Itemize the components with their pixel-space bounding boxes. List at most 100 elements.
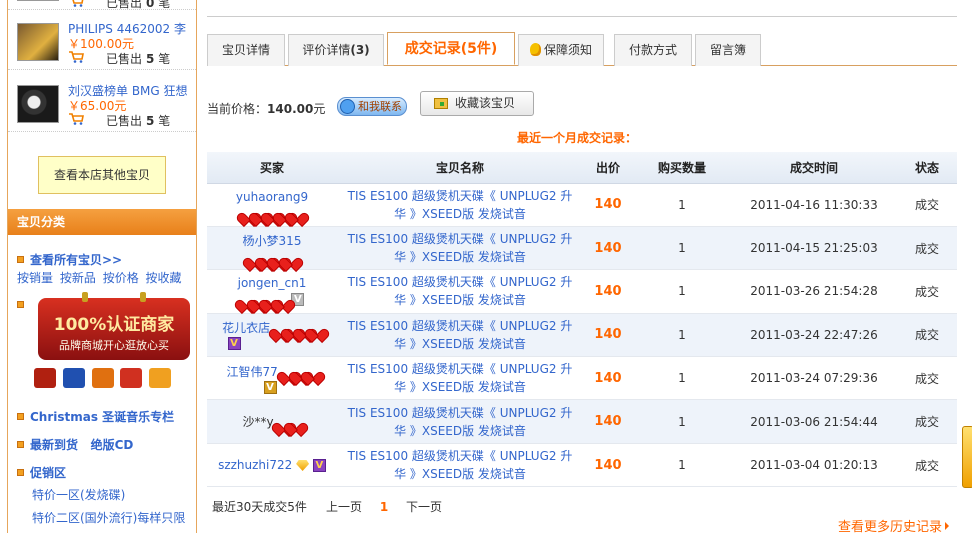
item-name-link[interactable]: TIS ES100 超级煲机天碟《 UNPLUG2 升华 》XSEED版 发烧试… [342, 187, 578, 223]
status: 成交 [897, 443, 957, 488]
sidebar-product-0[interactable]: 已售出 0 笔 [8, 0, 196, 10]
view-all-items-link[interactable]: 查看所有宝贝>> [17, 251, 122, 268]
status: 成交 [897, 313, 957, 358]
sold-count-text: 已售出 0 笔 [106, 0, 171, 10]
buyer-name-link[interactable]: yuhaorang9 [207, 190, 337, 204]
vip-purple-icon: V [227, 337, 241, 351]
favorite-folder-icon [434, 98, 448, 109]
col-status: 状态 [897, 152, 957, 184]
buyer-name-link[interactable]: szzhuzhi722 [218, 458, 292, 472]
status: 成交 [897, 269, 957, 314]
item-name-link[interactable]: TIS ES100 超级煲机天碟《 UNPLUG2 升华 》XSEED版 发烧试… [342, 360, 578, 396]
service-icons-row [34, 368, 174, 390]
buyer-cell: yuhaorang9 [207, 183, 337, 227]
category-promotions[interactable]: 促销区 [17, 464, 66, 481]
shop-sidebar: 已售出 0 笔 PHILIPS 4462002 李 ￥100.00元 已售出 5 笔… [7, 0, 197, 533]
product-thumbnail[interactable] [17, 23, 59, 61]
tab-guestbook[interactable]: 留言簿 [695, 34, 761, 66]
bulb-icon [529, 43, 541, 56]
category-out-of-print[interactable]: 绝版CD [91, 438, 134, 452]
sidebar-product-1[interactable]: PHILIPS 4462002 李 ￥100.00元 已售出 5 笔 [8, 18, 196, 70]
certified-merchant-badge[interactable]: 100%认证商家 品牌商城开心逛放心买 [38, 292, 190, 360]
buyer-name-link[interactable]: 江智伟77 [226, 365, 277, 379]
sold-count-text: 已售出 5 笔 [106, 52, 171, 66]
item-cell: TIS ES100 超级煲机天碟《 UNPLUG2 升华 》XSEED版 发烧试… [337, 269, 583, 314]
tab-reviews[interactable]: 评价详情(3) [288, 34, 384, 66]
tab-item-details[interactable]: 宝贝详情 [207, 34, 285, 66]
tab-transaction-records[interactable]: 成交记录(5件) [387, 32, 515, 65]
prev-page-link[interactable]: 上一页 [326, 500, 362, 514]
product-thumbnail[interactable] [17, 0, 59, 1]
next-page-link[interactable]: 下一页 [406, 500, 442, 514]
sort-by-favorites-link[interactable]: 按收藏 [146, 271, 182, 285]
credit-rating[interactable] [274, 321, 322, 335]
more-history-link[interactable]: 查看更多历史记录 [838, 516, 949, 533]
subcategory-sale-2[interactable]: 特价二区(国外流行)每样只限 [32, 509, 185, 526]
recent-records-title: 最近一个月成交记录： [517, 131, 638, 145]
sort-by-price-link[interactable]: 按价格 [103, 271, 139, 285]
buyer-name-link[interactable]: 杨小梦315 [207, 232, 337, 249]
insurance-icon[interactable] [91, 368, 114, 388]
buyer-cell: szzhuzhi722 V [207, 443, 337, 488]
bid-price: 140 [583, 313, 633, 358]
transaction-time: 2011-03-26 21:54:28 [731, 269, 897, 314]
favorite-item-button[interactable]: 收藏该宝贝 [420, 91, 534, 116]
buyer-name-link[interactable]: jongen_cn1 [207, 276, 337, 290]
view-other-items-button[interactable]: 查看本店其他宝贝 [38, 156, 166, 194]
mall-icon[interactable] [34, 368, 56, 388]
item-name-link[interactable]: TIS ES100 超级煲机天碟《 UNPLUG2 升华 》XSEED版 发烧试… [342, 273, 578, 309]
detail-tabs: 宝贝详情 评价详情(3) 成交记录(5件) 保障须知 付款方式 留言簿 [207, 32, 957, 66]
sidebar-product-2[interactable]: 刘汉盛榜单 BMG 狂想 ￥65.00元 已售出 5 笔 [8, 80, 196, 132]
category-header: 宝贝分类 [8, 209, 196, 235]
chat-icon [340, 99, 355, 114]
tab-guarantee[interactable]: 保障须知 [518, 34, 604, 66]
floating-side-tab[interactable] [962, 426, 972, 488]
badge-title: 100%认证商家 [53, 315, 175, 335]
quantity: 1 [633, 269, 731, 314]
diamond-icon[interactable] [296, 460, 310, 472]
credit-rating[interactable] [282, 365, 318, 379]
cart-icon [69, 51, 84, 63]
heart-icon [309, 323, 323, 335]
badge-subtitle: 品牌商城开心逛放心买 [59, 339, 169, 352]
col-buyer: 买家 [207, 152, 337, 184]
pagination: 最近30天成交5件 上一页 1 下一页 [212, 498, 442, 515]
promo-icon[interactable] [149, 368, 172, 388]
contact-seller-button[interactable]: 和我联系 [337, 97, 407, 116]
badge-bullet [17, 298, 30, 312]
status: 成交 [897, 399, 957, 444]
buyer-cell: 花儿衣店 V [207, 313, 337, 358]
subcategory-sale-1[interactable]: 特价一区(发烧碟) [32, 486, 125, 503]
category-christmas[interactable]: Christmas 圣诞音乐专栏 [17, 408, 174, 425]
quantity: 1 [633, 313, 731, 358]
item-name-link[interactable]: TIS ES100 超级煲机天碟《 UNPLUG2 升华 》XSEED版 发烧试… [342, 317, 578, 353]
item-name-link[interactable]: TIS ES100 超级煲机天碟《 UNPLUG2 升华 》XSEED版 发烧试… [342, 404, 578, 440]
table-row: 沙**y TIS ES100 超级煲机天碟《 UNPLUG2 升华 》XSEED… [207, 399, 957, 444]
col-quantity: 购买数量 [633, 152, 731, 184]
quantity: 1 [633, 183, 731, 227]
heart-icon [305, 366, 319, 378]
credit-rating[interactable] [242, 206, 302, 220]
credit-rating[interactable]: V [240, 292, 305, 307]
quantity: 1 [633, 356, 731, 401]
guarantee-icon[interactable] [62, 368, 85, 388]
category-new-arrivals[interactable]: 最新到货 绝版CD [17, 436, 133, 453]
bullet-icon [17, 441, 24, 448]
heart-icon [288, 417, 302, 429]
buyer-name-link[interactable]: 花儿衣店 [222, 321, 270, 335]
buyer-cell: 江智伟77 V [207, 356, 337, 401]
cart-icon [69, 113, 84, 125]
credit-rating[interactable] [248, 251, 296, 265]
product-thumbnail[interactable] [17, 85, 59, 123]
bid-price: 140 [583, 356, 633, 401]
credit-rating[interactable] [277, 415, 301, 429]
tab-payment[interactable]: 付款方式 [614, 34, 692, 66]
sort-by-new-link[interactable]: 按新品 [60, 271, 96, 285]
item-name-link[interactable]: TIS ES100 超级煲机天碟《 UNPLUG2 升华 》XSEED版 发烧试… [342, 447, 578, 483]
protection-icon[interactable] [120, 368, 143, 388]
table-row: szzhuzhi722 V TIS ES100 超级煲机天碟《 UNPLUG2 … [207, 443, 957, 488]
sort-by-sales-link[interactable]: 按销量 [17, 271, 53, 285]
item-name-link[interactable]: TIS ES100 超级煲机天碟《 UNPLUG2 升华 》XSEED版 发烧试… [342, 230, 578, 266]
current-page: 1 [379, 500, 389, 514]
vip-gold-icon: V [263, 380, 277, 394]
